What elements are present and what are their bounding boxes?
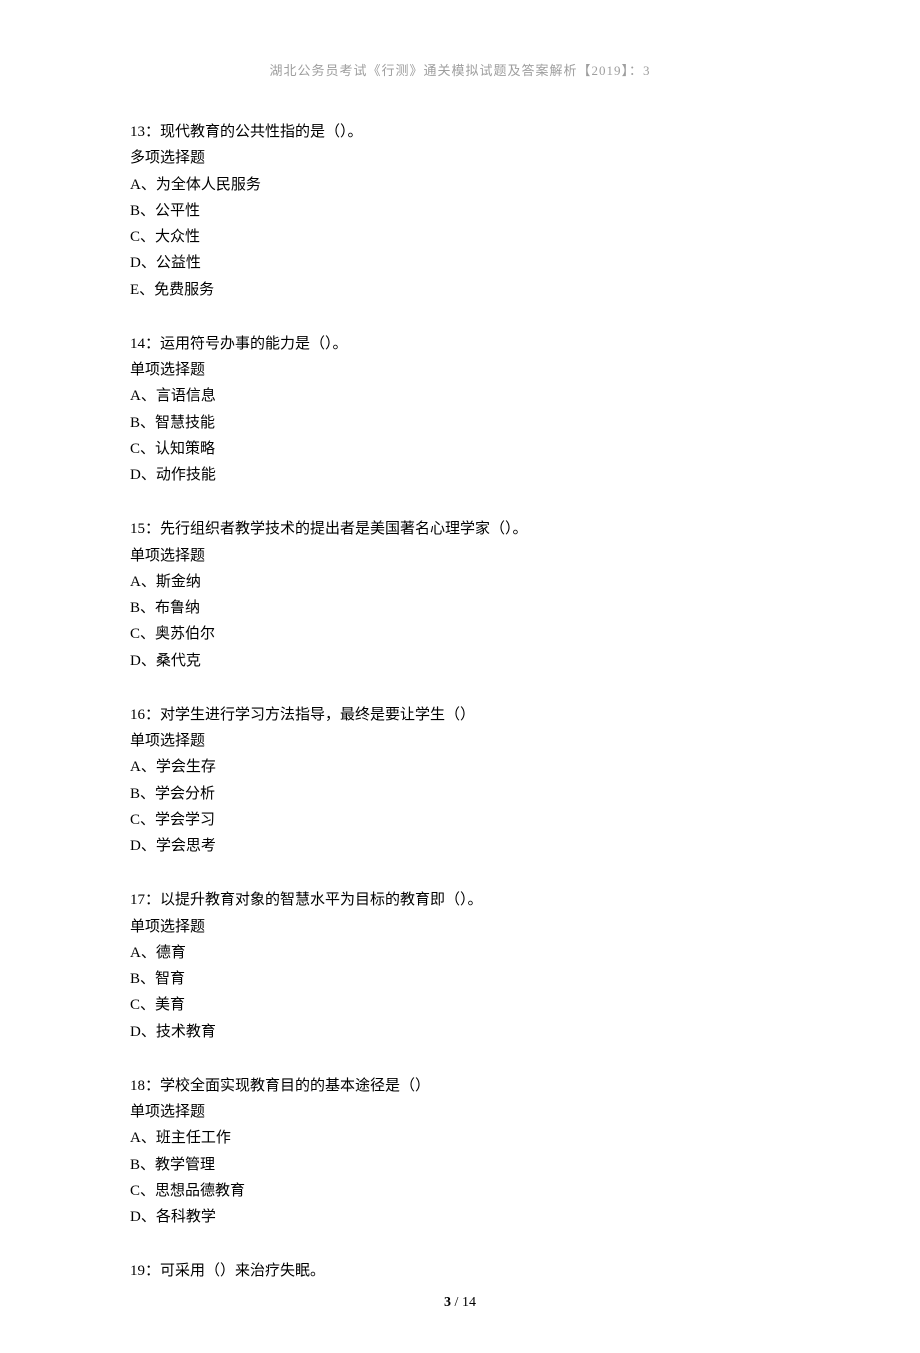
option-c: C、学会学习: [130, 807, 790, 833]
question-number: 13: [130, 124, 145, 140]
question-text: ：运用符号办事的能力是（）。: [145, 336, 348, 352]
option-c: C、大众性: [130, 224, 790, 250]
question-number: 16: [130, 707, 145, 723]
option-d: D、桑代克: [130, 648, 790, 674]
question-type: 单项选择题: [130, 728, 790, 754]
question-type: 单项选择题: [130, 357, 790, 383]
question-17: 17：以提升教育对象的智慧水平为目标的教育即（）。 单项选择题 A、德育 B、智…: [130, 887, 790, 1045]
page-header: 湖北公务员考试《行测》通关模拟试题及答案解析【2019】：3: [130, 60, 790, 79]
option-a: A、班主任工作: [130, 1125, 790, 1151]
question-text: ：先行组织者教学技术的提出者是美国著名心理学家（）。: [145, 521, 528, 537]
option-d: D、动作技能: [130, 462, 790, 488]
question-number: 18: [130, 1078, 145, 1094]
option-b: B、智育: [130, 966, 790, 992]
option-a: A、学会生存: [130, 754, 790, 780]
option-b: B、公平性: [130, 198, 790, 224]
option-d: D、公益性: [130, 250, 790, 276]
question-text: ：可采用（）来治疗失眠。: [145, 1263, 325, 1279]
page-sep: /: [451, 1295, 462, 1310]
option-c: C、美育: [130, 992, 790, 1018]
option-b: B、布鲁纳: [130, 595, 790, 621]
page-total: 14: [462, 1295, 476, 1310]
question-14: 14：运用符号办事的能力是（）。 单项选择题 A、言语信息 B、智慧技能 C、认…: [130, 331, 790, 489]
question-type: 单项选择题: [130, 914, 790, 940]
question-18: 18：学校全面实现教育目的的基本途径是（） 单项选择题 A、班主任工作 B、教学…: [130, 1073, 790, 1231]
option-d: D、学会思考: [130, 833, 790, 859]
page-current: 3: [444, 1295, 451, 1310]
question-text: ：学校全面实现教育目的的基本途径是（）: [145, 1078, 430, 1094]
question-type: 单项选择题: [130, 543, 790, 569]
option-e: E、免费服务: [130, 277, 790, 303]
question-16: 16：对学生进行学习方法指导，最终是要让学生（） 单项选择题 A、学会生存 B、…: [130, 702, 790, 860]
option-d: D、技术教育: [130, 1019, 790, 1045]
option-d: D、各科教学: [130, 1204, 790, 1230]
question-number: 19: [130, 1263, 145, 1279]
question-number: 15: [130, 521, 145, 537]
question-19: 19：可采用（）来治疗失眠。: [130, 1258, 790, 1284]
page: 湖北公务员考试《行测》通关模拟试题及答案解析【2019】：3 13：现代教育的公…: [0, 0, 920, 1353]
question-text: ：现代教育的公共性指的是（）。: [145, 124, 363, 140]
option-b: B、智慧技能: [130, 410, 790, 436]
question-type: 单项选择题: [130, 1099, 790, 1125]
option-b: B、学会分析: [130, 781, 790, 807]
question-number: 17: [130, 892, 145, 908]
question-type: 多项选择题: [130, 145, 790, 171]
question-text: ：对学生进行学习方法指导，最终是要让学生（）: [145, 707, 475, 723]
question-13: 13：现代教育的公共性指的是（）。 多项选择题 A、为全体人民服务 B、公平性 …: [130, 119, 790, 303]
option-c: C、奥苏伯尔: [130, 621, 790, 647]
option-c: C、认知策略: [130, 436, 790, 462]
page-footer: 3 / 14: [0, 1295, 920, 1311]
option-c: C、思想品德教育: [130, 1178, 790, 1204]
question-15: 15：先行组织者教学技术的提出者是美国著名心理学家（）。 单项选择题 A、斯金纳…: [130, 516, 790, 674]
question-number: 14: [130, 336, 145, 352]
option-a: A、言语信息: [130, 383, 790, 409]
option-a: A、德育: [130, 940, 790, 966]
option-a: A、斯金纳: [130, 569, 790, 595]
option-a: A、为全体人民服务: [130, 172, 790, 198]
option-b: B、教学管理: [130, 1152, 790, 1178]
question-text: ：以提升教育对象的智慧水平为目标的教育即（）。: [145, 892, 483, 908]
